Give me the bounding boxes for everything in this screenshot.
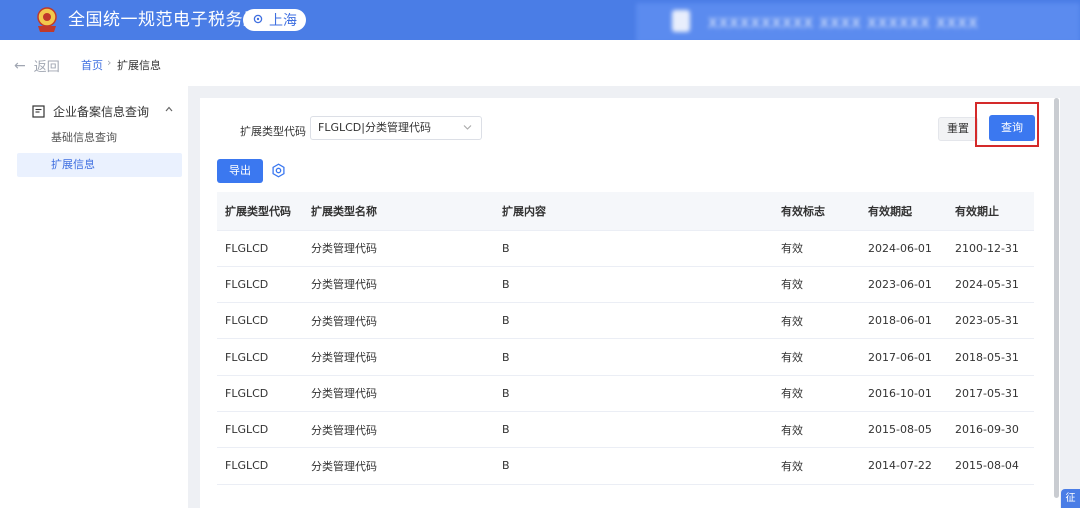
app-title: 全国统一规范电子税务局 [68, 10, 261, 30]
sidebar-item-extended-info[interactable]: 扩展信息 [17, 153, 182, 177]
table-cell: 2016-10-01 [868, 386, 932, 400]
table-cell: FLGLCD [225, 423, 269, 437]
main-content: 扩展类型代码 FLGLCD|分类管理代码 重置 查询 导出 扩展类型代码 扩展类… [188, 86, 1080, 508]
table-cell: FLGLCD [225, 277, 269, 291]
region-label: 上海 [269, 13, 297, 29]
back-label: 返回 [33, 60, 60, 75]
query-card: 扩展类型代码 FLGLCD|分类管理代码 重置 查询 导出 扩展类型代码 扩展类… [200, 98, 1060, 508]
table-row: FLGLCD 分类管理代码 B 有效 2018-06-01 2023-05-31 [217, 303, 1034, 339]
table-cell: 2018-05-31 [955, 350, 1019, 364]
table-row: FLGLCD 分类管理代码 B 有效 2014-07-22 2015-08-04 [217, 448, 1034, 485]
user-info-blurred[interactable]: XXXXXXXXXX XXXX XXXXXX XXXX [636, 3, 1080, 43]
table-cell: 2023-06-01 [868, 277, 932, 291]
table-cell: 2015-08-05 [868, 423, 932, 437]
back-button[interactable]: ← 返回 [14, 56, 60, 76]
table-cell: FLGLCD [225, 459, 269, 473]
table-cell: B [502, 459, 510, 473]
table-cell: 2017-06-01 [868, 350, 932, 364]
column-header: 扩展类型名称 [311, 204, 377, 218]
breadcrumb-home-link[interactable]: 首页 [81, 57, 103, 73]
back-arrow-icon: ← [14, 57, 26, 74]
sidebar: 企业备案信息查询 基础信息查询 扩展信息 [0, 86, 188, 508]
select-value: FLGLCD|分类管理代码 [318, 121, 431, 134]
table-cell: B [502, 277, 510, 291]
table-cell: 有效 [781, 314, 803, 328]
table-cell: 有效 [781, 423, 803, 437]
floating-tax-button[interactable]: 征 [1061, 489, 1080, 508]
table-row: FLGLCD 分类管理代码 B 有效 2017-06-01 2018-05-31 [217, 339, 1034, 376]
reset-button[interactable]: 重置 [938, 117, 978, 141]
table-cell: FLGLCD [225, 241, 269, 255]
gear-icon[interactable] [271, 163, 286, 178]
table-cell: 2016-09-30 [955, 423, 1019, 437]
table-cell: 2024-05-31 [955, 277, 1019, 291]
column-header: 有效期起 [868, 204, 912, 218]
table-cell: 分类管理代码 [311, 387, 377, 401]
sidebar-group-label: 企业备案信息查询 [53, 105, 150, 119]
query-button[interactable]: 查询 [989, 115, 1035, 141]
table-cell: 有效 [781, 351, 803, 365]
sidebar-group-filing-query[interactable]: 企业备案信息查询 [32, 103, 149, 120]
tax-emblem-icon [37, 7, 57, 32]
table-cell: 2018-06-01 [868, 314, 932, 328]
column-header: 扩展类型代码 [225, 204, 291, 218]
table-row: FLGLCD 分类管理代码 B 有效 2024-06-01 2100-12-31 [217, 230, 1034, 267]
chevron-down-icon [463, 125, 472, 130]
table-cell: 分类管理代码 [311, 242, 377, 256]
table-header-row: 扩展类型代码 扩展类型名称 扩展内容 有效标志 有效期起 有效期止 [217, 192, 1034, 230]
table-cell: 分类管理代码 [311, 351, 377, 365]
table-row: FLGLCD 分类管理代码 B 有效 2016-10-01 2017-05-31 [217, 375, 1034, 412]
table-body: FLGLCD 分类管理代码 B 有效 2024-06-01 2100-12-31 FLGLC… [217, 230, 1034, 485]
table-cell: 有效 [781, 459, 803, 473]
table-cell: 2017-05-31 [955, 386, 1019, 400]
column-header: 有效标志 [781, 204, 825, 218]
vertical-scrollbar[interactable] [1054, 98, 1059, 498]
table-cell: 分类管理代码 [311, 423, 377, 437]
location-pin-icon [253, 14, 263, 24]
table-cell: 有效 [781, 242, 803, 256]
breadcrumb-current: 扩展信息 [117, 59, 161, 72]
table-cell: 分类管理代码 [311, 278, 377, 292]
table-cell: B [502, 241, 510, 255]
table-cell: B [502, 314, 510, 328]
table-cell: 分类管理代码 [311, 314, 377, 328]
column-header: 扩展内容 [502, 204, 546, 218]
column-header: 有效期止 [955, 204, 999, 218]
table-row: FLGLCD 分类管理代码 B 有效 2015-08-05 2016-09-30 [217, 411, 1034, 448]
filter-label: 扩展类型代码 [240, 125, 306, 138]
document-icon [32, 105, 45, 118]
region-selector[interactable]: 上海 [243, 9, 306, 31]
table-cell: 2024-06-01 [868, 241, 932, 255]
table-cell: 2015-08-04 [955, 459, 1019, 473]
chevron-up-icon[interactable] [164, 104, 174, 114]
table-cell: 分类管理代码 [311, 459, 377, 473]
table-row: FLGLCD 分类管理代码 B 有效 2023-06-01 2024-05-31 [217, 266, 1034, 303]
table-cell: B [502, 423, 510, 437]
table-cell: B [502, 350, 510, 364]
table-cell: 2100-12-31 [955, 241, 1019, 255]
export-button[interactable]: 导出 [217, 159, 263, 183]
table-cell: 2023-05-31 [955, 314, 1019, 328]
table-cell: FLGLCD [225, 350, 269, 364]
table-cell: 2014-07-22 [868, 459, 932, 473]
breadcrumb-bar: ← 返回 首页 › 扩展信息 [0, 40, 1080, 86]
table-cell: B [502, 386, 510, 400]
user-avatar [672, 10, 690, 32]
table-cell: FLGLCD [225, 314, 269, 328]
breadcrumb-separator: › [107, 56, 112, 69]
table-cell: 有效 [781, 278, 803, 292]
table-cell: FLGLCD [225, 386, 269, 400]
top-header: 全国统一规范电子税务局 上海 XXXXXXXXXX XXXX XXXXXX XX… [0, 0, 1080, 43]
user-info-text: XXXXXXXXXX XXXX XXXXXX XXXX [708, 16, 979, 32]
table-cell: 有效 [781, 387, 803, 401]
extension-info-table: 扩展类型代码 扩展类型名称 扩展内容 有效标志 有效期起 有效期止 FLGLCD… [217, 192, 1034, 485]
sidebar-item-basic-info[interactable]: 基础信息查询 [17, 126, 182, 150]
extension-type-select[interactable]: FLGLCD|分类管理代码 [310, 116, 482, 140]
